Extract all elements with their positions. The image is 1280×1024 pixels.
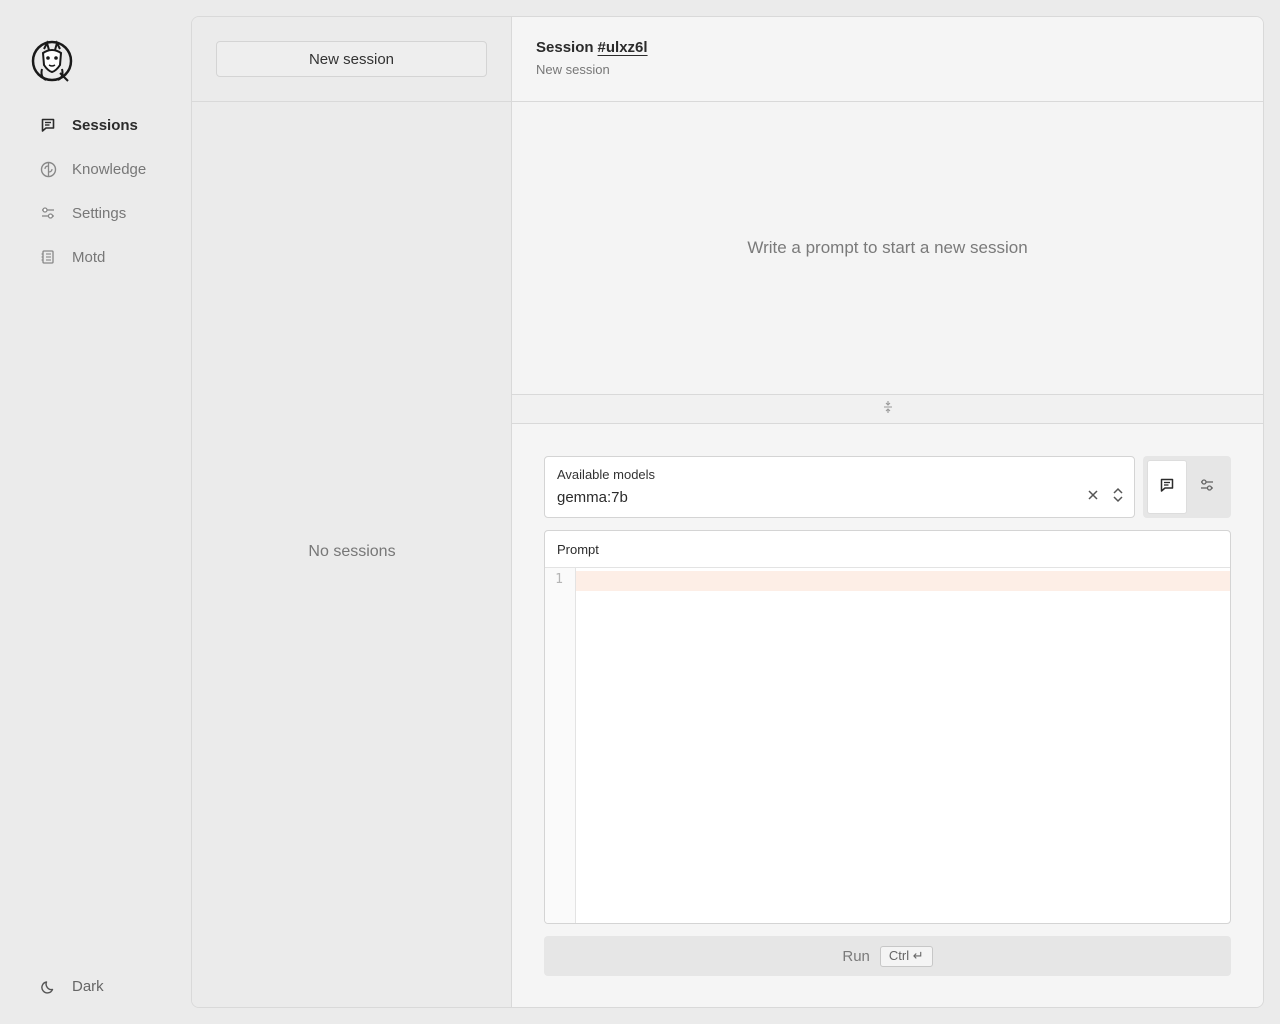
sidebar-item-label: Motd (72, 248, 106, 266)
sidebar-item-knowledge[interactable]: Knowledge (38, 154, 146, 184)
sidebar-item-settings[interactable]: Settings (38, 198, 126, 228)
theme-toggle-label: Dark (72, 977, 104, 995)
sliders-icon (38, 203, 58, 223)
chevron-updown-icon[interactable] (1111, 486, 1125, 504)
session-content: Session #ulxz6l New session Write a promp… (512, 17, 1263, 1007)
model-select-label: Available models (557, 467, 656, 482)
empty-sessions-text: No sessions (308, 543, 396, 560)
chat-bubble-icon (1159, 477, 1175, 498)
chat-area: Write a prompt to start a new session (512, 102, 1263, 394)
sidebar-item-label: Knowledge (72, 160, 147, 178)
main-panel: New session No sessions Session #ulxz6l N… (191, 16, 1264, 1008)
sidebar-item-label: Settings (72, 204, 127, 222)
resize-handle[interactable] (512, 394, 1263, 424)
line-number: 1 (555, 572, 563, 587)
session-title-prefix: Session (536, 39, 594, 56)
session-subtitle: New session (536, 62, 610, 77)
mode-toggle (1143, 456, 1231, 518)
session-title: Session #ulxz6l (536, 39, 648, 56)
settings-mode-button[interactable] (1187, 460, 1227, 514)
composer: Available models gemma:7b Prompt 1 Run C… (512, 424, 1263, 1007)
llama-logo-icon[interactable] (30, 39, 74, 83)
close-icon[interactable] (1085, 487, 1101, 503)
drag-handle-icon (882, 400, 894, 419)
sidebar-nav: Sessions Knowledge Settings Motd Dark (0, 0, 191, 1024)
chat-mode-button[interactable] (1147, 460, 1187, 514)
session-header: Session #ulxz6l New session (512, 17, 1263, 102)
sidebar-item-label: Sessions (72, 116, 138, 134)
session-id-link[interactable]: #ulxz6l (598, 39, 648, 56)
sidebar-item-motd[interactable]: Motd (38, 242, 105, 272)
new-session-button[interactable]: New session (216, 41, 487, 77)
model-select[interactable]: Available models gemma:7b (544, 456, 1135, 518)
keyboard-shortcut-badge: Ctrl ↵ (879, 945, 933, 967)
line-gutter: 1 (545, 568, 576, 923)
prompt-editor[interactable]: Prompt 1 (544, 530, 1231, 924)
chat-bubble-icon (38, 115, 58, 135)
run-button[interactable]: Run Ctrl ↵ (544, 936, 1231, 976)
sessions-list-panel: New session No sessions (192, 17, 512, 1007)
sessions-header: New session (192, 17, 511, 102)
sliders-icon (1199, 477, 1215, 498)
theme-toggle[interactable]: Dark (38, 971, 104, 1001)
run-button-label: Run (842, 947, 870, 965)
prompt-label: Prompt (545, 531, 1230, 568)
notebook-icon (38, 247, 58, 267)
sidebar-item-sessions[interactable]: Sessions (38, 110, 138, 140)
moon-icon (38, 976, 58, 996)
model-select-value: gemma:7b (557, 489, 628, 506)
empty-chat-text: Write a prompt to start a new session (747, 238, 1028, 257)
brain-icon (38, 159, 58, 179)
active-line-highlight (576, 571, 1230, 591)
prompt-input[interactable]: 1 (545, 568, 1230, 923)
